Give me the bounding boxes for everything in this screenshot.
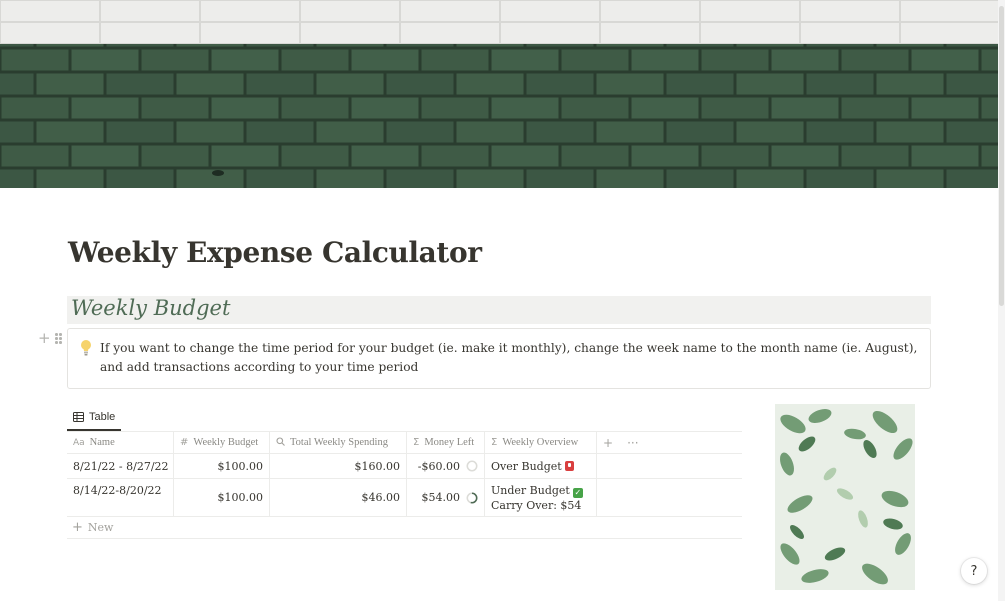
money-left-value: $54.00 xyxy=(421,491,461,504)
lightbulb-icon[interactable] xyxy=(80,339,92,357)
plus-icon: + xyxy=(72,520,83,535)
progress-ring-icon xyxy=(466,492,478,503)
overview-status: Over Budget xyxy=(491,460,574,473)
column-header-name[interactable]: Aa Name xyxy=(67,432,174,453)
column-header-label: Weekly Budget xyxy=(193,437,259,448)
cell-total-spending[interactable]: $160.00 xyxy=(270,454,407,478)
column-header-label: Weekly Overview xyxy=(502,437,579,448)
add-property-icon[interactable]: + xyxy=(603,436,613,450)
cover-image[interactable] xyxy=(0,0,998,188)
column-header-weekly-budget[interactable]: # Weekly Budget xyxy=(174,432,270,453)
money-left-value: -$60.00 xyxy=(417,459,460,473)
number-property-icon: # xyxy=(180,437,189,448)
text-property-icon: Aa xyxy=(73,437,85,448)
block-handles: + xyxy=(38,329,66,347)
heading-block[interactable]: Weekly Budget xyxy=(67,296,931,324)
cell-weekly-overview[interactable]: Under Budget ✓ Carry Over: $54 xyxy=(485,479,597,516)
search-icon xyxy=(276,436,285,449)
formula-icon: Σ xyxy=(491,437,498,448)
column-header-label: Money Left xyxy=(424,437,475,448)
table-row[interactable]: 8/21/22 - 8/27/22 $100.00 $160.00 -$60.0… xyxy=(67,454,742,479)
weekly-budget-heading[interactable]: Weekly Budget xyxy=(71,296,230,320)
check-badge-icon: ✓ xyxy=(572,487,583,498)
column-header-money-left[interactable]: Σ Money Left xyxy=(407,432,485,453)
cell-money-left[interactable]: -$60.00 xyxy=(407,454,485,478)
help-button[interactable]: ? xyxy=(961,558,987,584)
table-icon xyxy=(73,412,84,422)
over-budget-badge-icon xyxy=(564,460,574,471)
cell-money-left[interactable]: $54.00 xyxy=(407,479,485,516)
table-row[interactable]: 8/14/22-8/20/22 $100.00 $46.00 $54.00 Un… xyxy=(67,479,742,517)
formula-icon: Σ xyxy=(413,437,420,448)
cell-empty xyxy=(597,479,742,516)
column-header-total-weekly-spending[interactable]: Total Weekly Spending xyxy=(270,432,407,453)
expense-table: Aa Name # Weekly Budget Total Weekly Spe… xyxy=(67,431,742,539)
page-title[interactable]: Weekly Expense Calculator xyxy=(68,236,482,269)
cell-weekly-budget[interactable]: $100.00 xyxy=(174,479,270,516)
cell-weekly-budget[interactable]: $100.00 xyxy=(174,454,270,478)
leaves-image[interactable] xyxy=(775,404,915,590)
cell-empty xyxy=(597,454,742,478)
tab-table-label: Table xyxy=(89,411,116,423)
column-header-weekly-overview[interactable]: Σ Weekly Overview xyxy=(485,432,597,453)
progress-ring-icon xyxy=(466,460,478,472)
page-scrollbar[interactable] xyxy=(998,0,1005,601)
cell-name[interactable]: 8/14/22-8/20/22 xyxy=(67,479,174,516)
overview-carry-over: Carry Over: $54 xyxy=(491,498,582,512)
plus-icon[interactable]: + xyxy=(38,329,51,347)
new-row-button[interactable]: + New xyxy=(67,517,742,539)
drag-handle-icon[interactable] xyxy=(55,333,63,345)
tab-table-view[interactable]: Table xyxy=(67,405,122,431)
table-header-row: Aa Name # Weekly Budget Total Weekly Spe… xyxy=(67,431,742,454)
callout-block[interactable]: If you want to change the time period fo… xyxy=(67,328,931,389)
overview-status: Under Budget ✓ xyxy=(491,483,583,498)
cell-name[interactable]: 8/21/22 - 8/27/22 xyxy=(67,454,174,478)
cell-weekly-overview[interactable]: Over Budget xyxy=(485,454,597,478)
column-header-label: Total Weekly Spending xyxy=(290,437,388,448)
more-options-icon[interactable]: ··· xyxy=(627,436,638,450)
new-row-label: New xyxy=(87,521,114,534)
column-add-area: + ··· xyxy=(597,432,742,453)
column-header-label: Name xyxy=(89,437,115,448)
scrollbar-thumb[interactable] xyxy=(999,6,1004,306)
callout-text: If you want to change the time period fo… xyxy=(100,341,918,374)
cell-total-spending[interactable]: $46.00 xyxy=(270,479,407,516)
